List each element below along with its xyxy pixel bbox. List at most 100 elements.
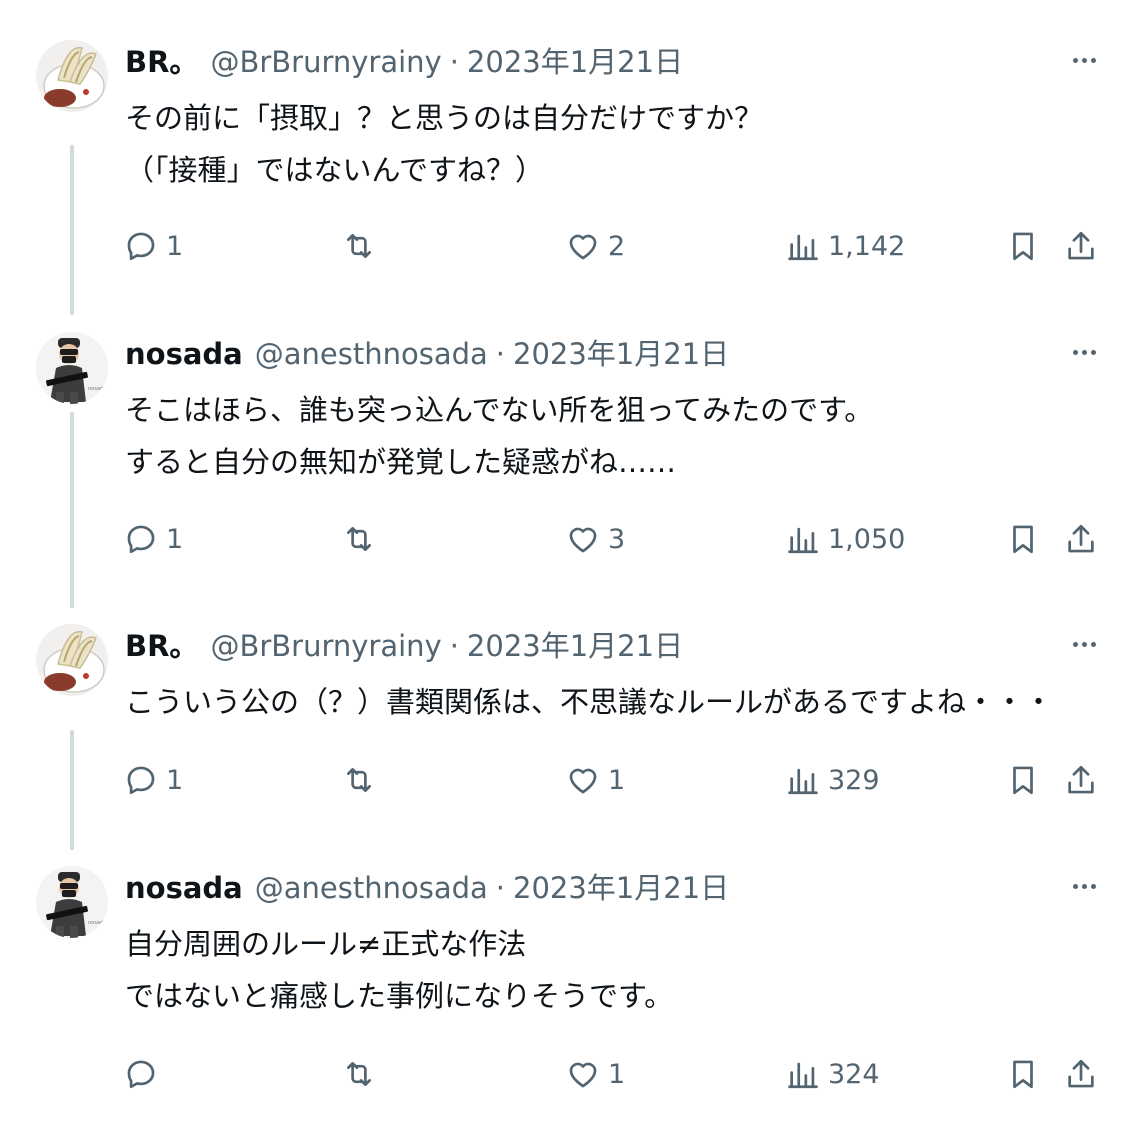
reply-count: 1 <box>166 230 184 262</box>
tweet-text-line: そこはほら、誰も突っ込んでない所を狙ってみたのです。 <box>125 393 874 427</box>
avatar-anesthnosada[interactable]: nosada <box>36 866 108 938</box>
like-icon <box>569 234 597 260</box>
reply-count: 1 <box>166 523 184 555</box>
more-icon[interactable] <box>1064 630 1104 658</box>
rabbit-avatar-icon <box>36 624 108 696</box>
display-name[interactable]: nosada <box>125 334 243 374</box>
bookmark-button[interactable] <box>1006 758 1040 802</box>
share-icon <box>1068 231 1094 260</box>
like-button[interactable]: 1 <box>566 758 625 802</box>
share-button[interactable] <box>1064 758 1098 802</box>
rabbit-avatar-icon <box>36 40 108 112</box>
like-icon <box>569 527 597 553</box>
tweet-date[interactable]: 2023年1月21日 <box>467 626 683 666</box>
avatar-brbrurnyrainy[interactable] <box>36 40 108 112</box>
tweet-date[interactable]: 2023年1月21日 <box>513 868 729 908</box>
views-count: 1,142 <box>828 230 906 262</box>
reply-count: 1 <box>166 764 184 796</box>
bookmark-button[interactable] <box>1006 224 1040 268</box>
tweet-text-line: ではないと痛感した事例になりそうです。 <box>125 979 674 1013</box>
views-button[interactable]: 1,142 <box>786 224 905 268</box>
views-button[interactable]: 324 <box>786 1052 880 1096</box>
soldier-avatar-icon: nosada <box>36 866 108 938</box>
retweet-icon <box>347 234 371 258</box>
retweet-button[interactable] <box>342 758 384 802</box>
display-name[interactable]: nosada <box>125 868 243 908</box>
share-button[interactable] <box>1064 517 1098 561</box>
tweet-date[interactable]: 2023年1月21日 <box>467 42 683 82</box>
avatar-brbrurnyrainy[interactable] <box>36 624 108 696</box>
tweet-text: 自分周囲のルール≠正式な作法 ではないと痛感した事例になりそうです。 <box>125 918 1085 1022</box>
tweet-header: BR。 @BrBrurnyrainy · 2023年1月21日 <box>125 42 683 82</box>
more-icon[interactable] <box>1064 338 1104 366</box>
separator: · <box>495 871 505 905</box>
share-button[interactable] <box>1064 1052 1098 1096</box>
bookmark-icon <box>1013 766 1033 795</box>
user-handle[interactable]: @BrBrurnyrainy <box>210 42 441 82</box>
soldier-avatar-icon: nosada <box>36 332 108 404</box>
views-icon <box>788 1062 818 1089</box>
share-icon <box>1068 1059 1094 1088</box>
user-handle[interactable]: @anesthnosada <box>255 334 488 374</box>
bookmark-button[interactable] <box>1006 517 1040 561</box>
reply-icon <box>127 525 155 554</box>
views-icon <box>788 234 818 261</box>
like-count: 3 <box>608 523 626 555</box>
user-handle[interactable]: @BrBrurnyrainy <box>210 626 441 666</box>
views-count: 324 <box>828 1058 880 1090</box>
tweet-text: その前に「摂取」？と思うのは自分だけですか？ （「接種」ではないんですね？） <box>125 92 1085 196</box>
like-count: 1 <box>608 1058 626 1090</box>
retweet-button[interactable] <box>342 1052 384 1096</box>
tweet-text-line: すると自分の無知が発覚した疑惑がね…… <box>125 445 677 479</box>
user-handle[interactable]: @anesthnosada <box>255 868 488 908</box>
display-name[interactable]: BR。 <box>125 42 198 82</box>
like-button[interactable]: 2 <box>566 224 625 268</box>
tweet-actions: 1 1 329 <box>0 758 1128 802</box>
thread-line <box>70 412 74 608</box>
tweet-actions: 1 324 <box>0 1052 1128 1096</box>
tweet-text: こういう公の（？）書類関係は、不思議なルールがあるですよね・・・ <box>125 676 1085 728</box>
bookmark-button[interactable] <box>1006 1052 1040 1096</box>
tweet-header: nosada @anesthnosada · 2023年1月21日 <box>125 868 729 908</box>
tweet-text-line: こういう公の（？）書類関係は、不思議なルールがあるですよね・・・ <box>125 685 1054 719</box>
share-button[interactable] <box>1064 224 1098 268</box>
tweet-text-line: その前に「摂取」？と思うのは自分だけですか？ <box>125 101 764 135</box>
like-button[interactable]: 1 <box>566 1052 625 1096</box>
tweet-text: そこはほら、誰も突っ込んでない所を狙ってみたのです。 すると自分の無知が発覚した… <box>125 384 1085 488</box>
bookmark-icon <box>1013 1060 1033 1089</box>
like-icon <box>569 768 597 794</box>
reply-button[interactable]: 1 <box>124 758 183 802</box>
reply-icon <box>127 1060 155 1089</box>
views-button[interactable]: 329 <box>786 758 880 802</box>
retweet-icon <box>347 1062 371 1086</box>
more-icon[interactable] <box>1064 46 1104 74</box>
tweet-date[interactable]: 2023年1月21日 <box>513 334 729 374</box>
tweet-header: nosada @anesthnosada · 2023年1月21日 <box>125 334 729 374</box>
views-icon <box>788 768 818 795</box>
like-count: 2 <box>608 230 626 262</box>
like-button[interactable]: 3 <box>566 517 625 561</box>
tweet-text-line: （「接種」ではないんですね？） <box>125 153 545 187</box>
views-count: 1,050 <box>828 523 906 555</box>
avatar-anesthnosada[interactable]: nosada <box>36 332 108 404</box>
tweet-text-line: 自分周囲のルール≠正式な作法 <box>125 927 527 961</box>
more-icon[interactable] <box>1064 872 1104 900</box>
display-name[interactable]: BR。 <box>125 626 198 666</box>
reply-button[interactable]: 1 <box>124 224 183 268</box>
tweet-thread: BR。 @BrBrurnyrainy · 2023年1月21日 その前に「摂取」… <box>0 0 1128 1128</box>
separator: · <box>495 337 505 371</box>
separator: · <box>449 45 459 79</box>
reply-button[interactable] <box>124 1052 166 1096</box>
reply-icon <box>127 766 155 795</box>
retweet-button[interactable] <box>342 224 384 268</box>
like-icon <box>569 1062 597 1088</box>
separator: · <box>449 629 459 663</box>
reply-icon <box>127 232 155 261</box>
svg-text:nosada: nosada <box>88 920 106 926</box>
bookmark-icon <box>1013 525 1033 554</box>
retweet-button[interactable] <box>342 517 384 561</box>
views-button[interactable]: 1,050 <box>786 517 905 561</box>
bookmark-icon <box>1013 232 1033 261</box>
like-count: 1 <box>608 764 626 796</box>
reply-button[interactable]: 1 <box>124 517 183 561</box>
